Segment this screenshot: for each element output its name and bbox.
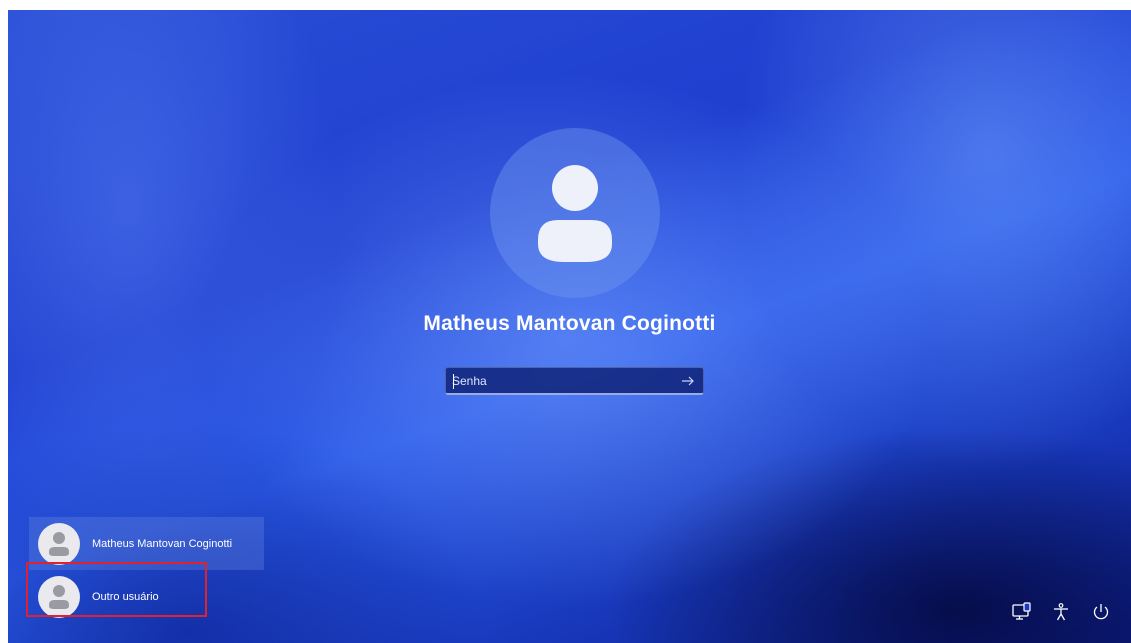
arrow-right-icon[interactable]	[679, 372, 697, 390]
password-input[interactable]	[452, 371, 672, 391]
user-list-item-label: Matheus Mantovan Coginotti	[92, 537, 233, 550]
user-name: Matheus Mantovan Coginotti	[423, 312, 716, 335]
power-icon[interactable]	[1090, 601, 1112, 623]
text-caret	[453, 374, 454, 389]
annotation-highlight	[26, 562, 207, 617]
lock-screen-background: Matheus Mantovan Coginotti Matheus Manto…	[8, 10, 1131, 643]
network-icon[interactable]	[1010, 601, 1032, 623]
user-avatar	[490, 128, 660, 298]
accessibility-icon[interactable]	[1050, 601, 1072, 623]
user-icon	[49, 531, 69, 556]
password-field[interactable]	[445, 367, 704, 395]
user-icon	[538, 165, 612, 262]
system-tray	[1010, 601, 1112, 623]
avatar	[38, 522, 80, 565]
